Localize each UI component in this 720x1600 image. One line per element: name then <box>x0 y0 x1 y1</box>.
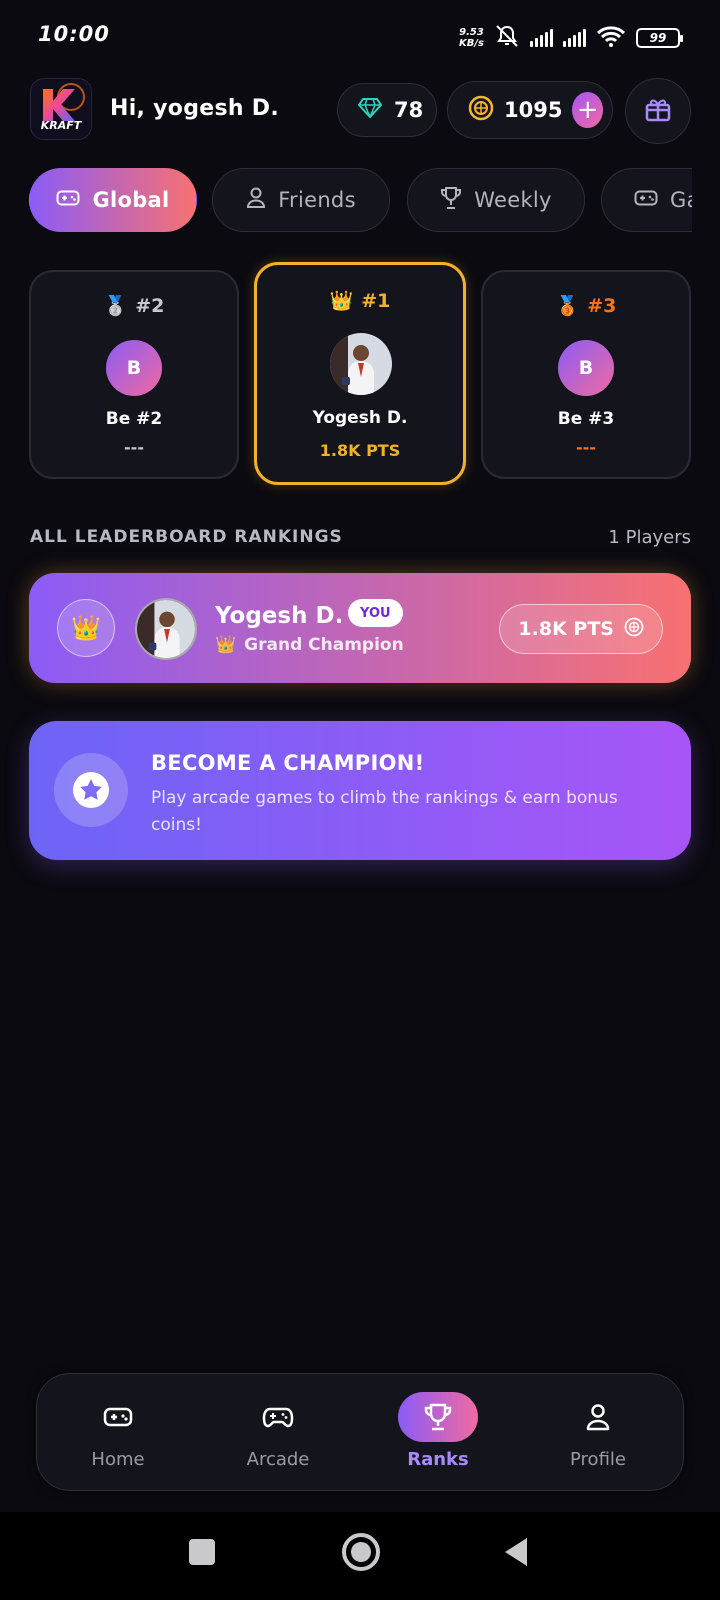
podium-rank-label: #1 <box>361 289 391 312</box>
points-badge: 1.8K PTS <box>499 604 663 654</box>
coin-icon <box>624 617 644 642</box>
net-speed-unit: KB/s <box>459 38 484 49</box>
avatar <box>330 333 392 395</box>
star-icon <box>73 772 109 808</box>
home-button[interactable] <box>342 1533 380 1571</box>
crown-icon: 👑 <box>329 290 354 312</box>
podium-rank: 🥈 #2 <box>31 294 237 318</box>
gamepad-icon <box>78 1392 158 1442</box>
silver-medal-icon: 🥈 <box>103 295 128 317</box>
player-title: 👑 Grand Champion <box>215 635 404 655</box>
bottom-nav: Home Arcade Ranks Profile <box>36 1373 684 1491</box>
mute-icon <box>494 24 520 52</box>
tab-friends[interactable]: Friends <box>212 168 390 232</box>
nav-ranks-label: Ranks <box>407 1449 469 1470</box>
player-title-label: Grand Champion <box>244 635 404 655</box>
trophy-icon <box>440 186 462 215</box>
nav-ranks[interactable]: Ranks <box>368 1374 508 1492</box>
tab-bar: Global Friends Weekly Ga <box>29 168 692 234</box>
section-title: ALL LEADERBOARD RANKINGS <box>30 527 343 547</box>
promo-title: BECOME A CHAMPION! <box>151 751 425 775</box>
points-value: 1.8K PTS <box>518 618 614 640</box>
gamepad-icon <box>634 188 658 212</box>
coins-counter[interactable]: 1095 + <box>447 81 613 139</box>
gift-button[interactable] <box>625 78 691 144</box>
signal-icon-2 <box>563 29 586 47</box>
home-dot <box>351 1542 371 1562</box>
bronze-medal-icon: 🥉 <box>555 295 580 317</box>
tab-weekly-label: Weekly <box>474 188 552 212</box>
nav-profile-label: Profile <box>570 1449 626 1470</box>
wifi-icon <box>596 25 626 51</box>
podium-name: Be #2 <box>105 409 163 429</box>
nav-profile[interactable]: Profile <box>528 1374 668 1492</box>
player-name: Yogesh D. <box>215 603 344 629</box>
nav-arcade[interactable]: Arcade <box>208 1374 348 1492</box>
nav-arcade-label: Arcade <box>246 1449 310 1470</box>
status-icons: 9.53 KB/s 99 <box>459 24 683 52</box>
nav-home-label: Home <box>91 1449 145 1470</box>
promo-text: Play arcade games to climb the rankings … <box>151 788 618 835</box>
gamepad-icon <box>56 188 80 212</box>
crown-icon: 👑 <box>215 635 237 655</box>
leaderboard-row[interactable]: 👑 Yogesh D. YOU 👑 Grand Champion 1.8K PT… <box>29 573 691 683</box>
user-icon <box>246 187 266 214</box>
tab-weekly[interactable]: Weekly <box>407 168 585 232</box>
tab-global-label: Global <box>92 188 170 212</box>
back-button[interactable] <box>503 1536 529 1572</box>
podium-first[interactable]: 👑 #1 Yogesh D. 1.8K PTS <box>254 262 466 485</box>
gems-value: 78 <box>394 98 424 122</box>
tab-friends-label: Friends <box>278 188 356 212</box>
promo-banner[interactable]: BECOME A CHAMPION! Play arcade games to … <box>29 721 691 860</box>
net-speed-value: 9.53 <box>459 27 484 38</box>
tab-global[interactable]: Global <box>29 168 197 232</box>
controller-icon <box>238 1392 318 1442</box>
nav-home[interactable]: Home <box>48 1374 188 1492</box>
gem-icon <box>358 98 382 122</box>
podium-rank: 👑 #1 <box>257 289 463 313</box>
player-count: 1 Players <box>608 527 691 548</box>
podium-points: --- <box>124 438 144 457</box>
trophy-icon <box>398 1392 478 1442</box>
gift-icon <box>644 95 672 127</box>
gems-counter[interactable]: 78 <box>337 83 437 137</box>
podium-rank-label: #2 <box>135 294 165 317</box>
avatar <box>135 598 197 660</box>
avatar: B <box>558 340 614 396</box>
podium-name: Be #3 <box>557 409 615 429</box>
tab-games-label: Ga <box>670 188 692 212</box>
podium-points: 1.8K PTS <box>319 441 401 460</box>
add-coins-button[interactable]: + <box>572 92 603 128</box>
star-badge <box>54 753 128 827</box>
coin-icon <box>468 95 494 125</box>
recents-button[interactable] <box>189 1539 215 1565</box>
podium-points: --- <box>576 438 596 457</box>
user-icon <box>558 1392 638 1442</box>
podium-second[interactable]: 🥈 #2 B Be #2 --- <box>29 270 239 479</box>
avatar: B <box>106 340 162 396</box>
net-speed: 9.53 KB/s <box>459 27 484 49</box>
status-time: 10:00 <box>38 22 110 46</box>
tab-games[interactable]: Ga <box>601 168 692 232</box>
coins-value: 1095 <box>504 98 563 122</box>
system-nav-bar <box>0 1512 720 1600</box>
app-logo[interactable]: KRAFT <box>30 78 92 140</box>
signal-icon <box>530 29 553 47</box>
battery-icon: 99 <box>636 28 683 48</box>
crown-icon: 👑 <box>57 599 115 657</box>
you-badge: YOU <box>348 599 403 627</box>
podium-name: Yogesh D. <box>312 408 408 428</box>
podium-third[interactable]: 🥉 #3 B Be #3 --- <box>481 270 691 479</box>
podium-rank: 🥉 #3 <box>483 294 689 318</box>
logo-text: KRAFT <box>40 119 82 132</box>
podium-rank-label: #3 <box>587 294 617 317</box>
greeting: Hi, yogesh D. <box>110 96 280 121</box>
